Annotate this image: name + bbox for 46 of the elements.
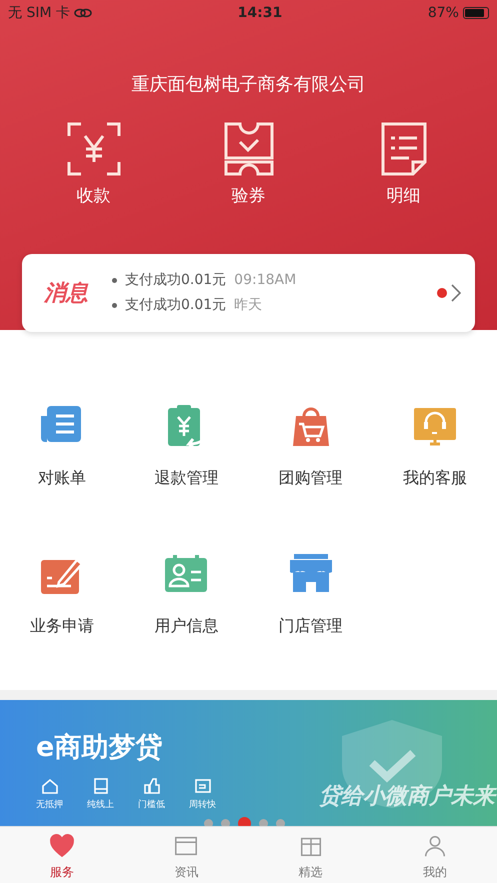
ticket-icon [222,122,276,176]
service-item[interactable]: 退款管理 [124,404,248,490]
feature-label: 周转快 [189,798,216,812]
message-label: 消息 [44,280,88,308]
service-item[interactable]: 对账单 [0,404,124,490]
carousel-dot[interactable] [221,819,230,826]
bullet-icon [112,303,117,308]
action-button[interactable]: 明细 [376,122,430,210]
service-item[interactable]: 业务申请 [0,552,124,638]
message-card[interactable]: 消息 支付成功0.01元 09:18AM 支付成功0.01元 昨天 [22,254,475,332]
banner-title: e商助梦贷 [36,731,164,765]
message-text: 支付成功0.01元 [125,271,226,290]
action-button[interactable]: 收款 [66,122,120,210]
tab[interactable]: 精选 [292,827,330,883]
bullet-icon [112,278,117,283]
battery-icon [462,7,489,19]
service-item[interactable]: 团购管理 [248,404,373,490]
tab[interactable]: 服务 [43,827,82,883]
feature-icon [142,776,160,794]
banner-slogan: 贷给小微商户未来 [319,783,495,811]
feature-icon [40,776,58,794]
feature-label: 纯线上 [87,798,114,812]
carousel-dot[interactable] [259,819,268,826]
chevron-right-icon [451,284,461,302]
feature-icon [92,776,110,794]
heart-icon [49,832,76,858]
message-time: 09:18AM [234,271,296,290]
service-item[interactable]: 我的客服 [372,404,497,490]
carrier-text: 无 SIM 卡 [8,4,70,22]
tab[interactable]: 资讯 [167,827,206,883]
feature-label: 无抵押 [36,798,63,812]
company-title: 重庆面包树电子商务有限公司 [132,74,366,95]
tab[interactable]: 我的 [416,827,454,883]
message-time: 昨天 [234,296,262,315]
feature-icon [194,776,212,794]
service-item[interactable]: 用户信息 [124,552,248,638]
clock: 14:31 [238,4,282,22]
scan-icon [66,122,120,176]
carousel-dot[interactable] [204,819,213,826]
service-item[interactable]: 门店管理 [248,552,373,638]
message-text: 支付成功0.01元 [125,296,226,315]
feature-label: 门槛低 [138,798,165,812]
action-button[interactable]: 验券 [222,122,276,210]
carousel-dot[interactable] [276,819,285,826]
battery-text: 87% [428,4,459,22]
link-icon [74,8,92,18]
